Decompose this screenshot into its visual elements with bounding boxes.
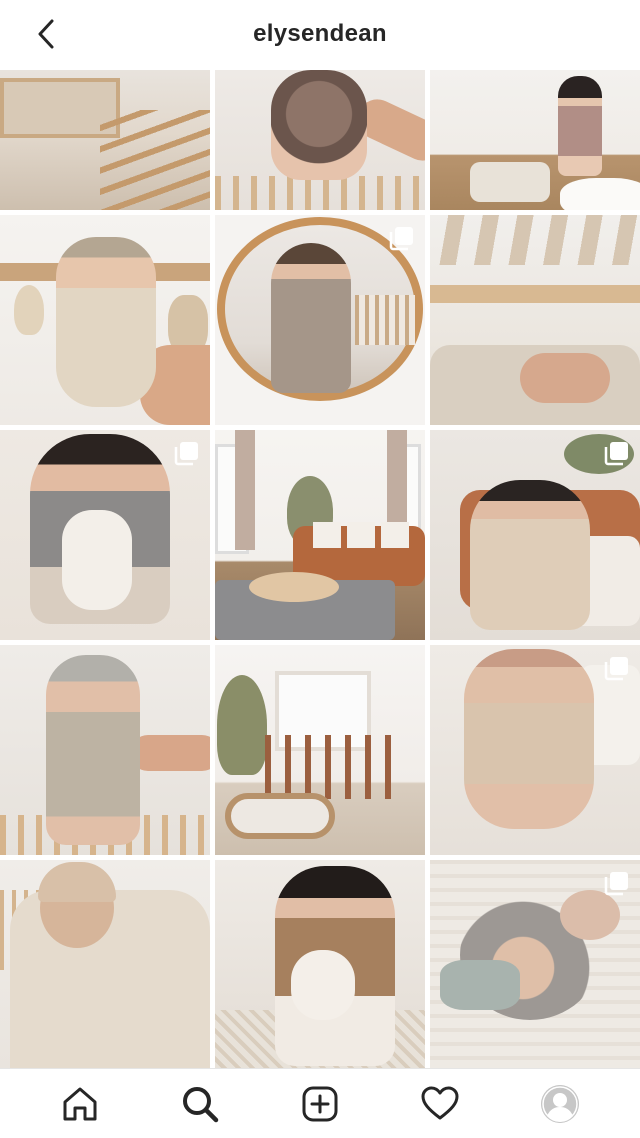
carousel-icon (604, 872, 628, 896)
carousel-icon (604, 657, 628, 681)
post-photo (0, 215, 210, 425)
home-icon (63, 1087, 97, 1120)
post-tile[interactable] (0, 215, 210, 425)
post-tile[interactable] (215, 215, 425, 425)
post-photo (215, 430, 425, 640)
post-photo (0, 645, 210, 855)
tab-home[interactable] (50, 1074, 110, 1134)
bottom-tab-bar (0, 1068, 640, 1138)
post-tile[interactable] (215, 70, 425, 210)
post-photo (0, 860, 210, 1068)
tab-new-post[interactable] (290, 1074, 350, 1134)
post-tile[interactable] (215, 860, 425, 1068)
post-tile[interactable] (430, 70, 640, 210)
plus-square-icon (302, 1086, 338, 1121)
avatar-icon (541, 1084, 579, 1123)
tab-search[interactable] (170, 1074, 230, 1134)
post-photo (215, 70, 425, 210)
search-icon (183, 1086, 219, 1122)
carousel-icon (389, 227, 413, 251)
post-photo (430, 70, 640, 210)
top-header: elysendean (0, 0, 640, 68)
post-photo (215, 860, 425, 1068)
chevron-left-icon (38, 19, 54, 49)
post-tile[interactable] (0, 860, 210, 1068)
carousel-icon (604, 442, 628, 466)
post-tile[interactable] (0, 430, 210, 640)
app-root: elysendean (0, 0, 640, 1138)
tab-activity[interactable] (410, 1074, 470, 1134)
post-photo (430, 215, 640, 425)
post-tile[interactable] (0, 645, 210, 855)
carousel-icon (174, 442, 198, 466)
post-tile[interactable] (430, 430, 640, 640)
post-photo (215, 645, 425, 855)
post-tile[interactable] (0, 70, 210, 210)
heart-icon (421, 1086, 459, 1119)
avatar (541, 1084, 579, 1123)
post-tile[interactable] (215, 430, 425, 640)
back-button[interactable] (28, 14, 64, 54)
posts-grid (0, 70, 640, 1068)
post-photo (0, 70, 210, 210)
post-tile[interactable] (430, 860, 640, 1068)
post-tile[interactable] (215, 645, 425, 855)
tab-profile[interactable] (530, 1074, 590, 1134)
profile-username[interactable]: elysendean (253, 20, 387, 48)
post-tile[interactable] (430, 645, 640, 855)
post-tile[interactable] (430, 215, 640, 425)
